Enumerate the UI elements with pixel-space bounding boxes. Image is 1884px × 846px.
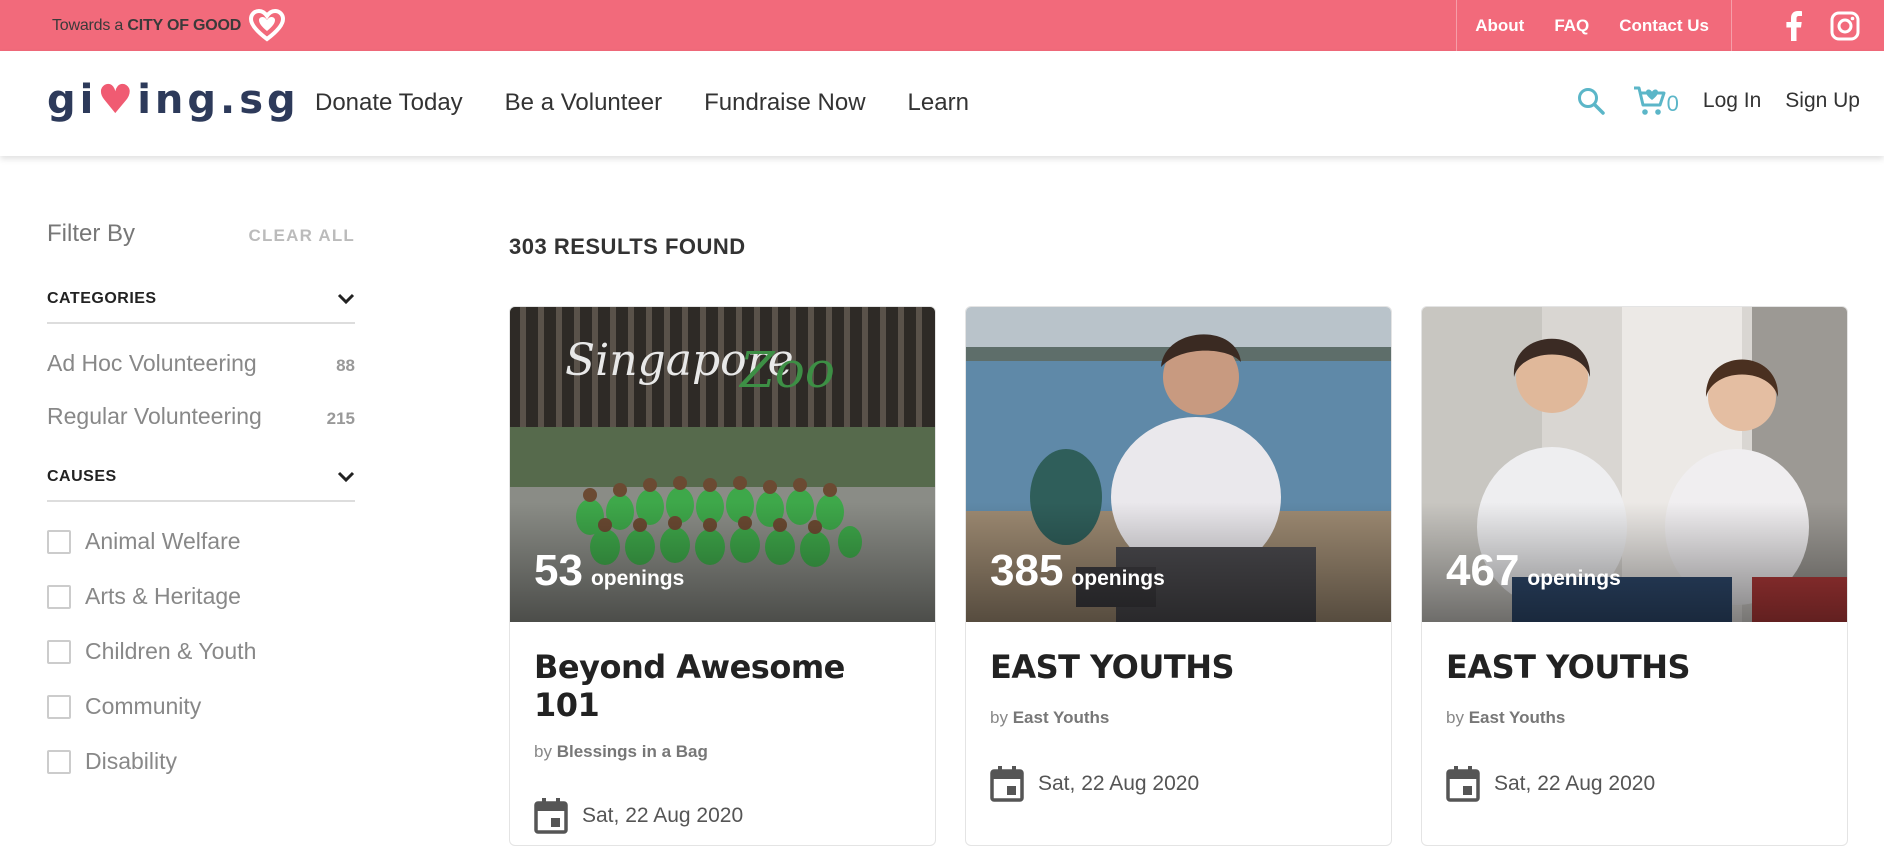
card-organizer: by Blessings in a Bag [534,742,708,761]
categories-title: CATEGORIES [47,290,157,307]
card-title[interactable]: Beyond Awesome 101 [534,648,911,724]
cause-disability[interactable]: Disability [47,748,355,775]
organizer-name[interactable]: East Youths [1469,708,1566,727]
date-text: Sat, 22 Aug 2020 [1038,772,1200,795]
cause-label: Animal Welfare [85,528,241,554]
date-text: Sat, 22 Aug 2020 [1494,772,1656,795]
openings-count: 385 [990,546,1064,595]
nav-fundraise-now[interactable]: Fundraise Now [704,89,865,117]
organizer-name[interactable]: Blessings in a Bag [557,742,708,761]
openings-label: openings [1071,567,1165,590]
causes-header[interactable]: CAUSES [47,468,355,502]
filter-title: Filter By [47,220,136,247]
cause-label: Arts & Heritage [85,583,241,609]
cause-community[interactable]: Community [47,693,355,720]
cause-label: Community [85,693,202,719]
cart-button[interactable]: 0 [1633,85,1679,117]
cause-label: Children & Youth [85,638,257,664]
main-nav: Donate Today Be a Volunteer Fundraise No… [315,89,969,117]
card-organizer: by East Youths [1446,708,1566,727]
svg-text:Zoo: Zoo [738,341,835,399]
nav-be-a-volunteer[interactable]: Be a Volunteer [505,89,662,117]
header-actions: 0 Log In Sign Up [1577,85,1860,117]
checkbox[interactable] [47,749,71,774]
category-count: 215 [326,409,355,428]
city-of-good-logo[interactable]: Towards a CITY OF GOOD [52,9,286,43]
card-image: 467 openings [1422,307,1847,622]
openings-badge: 385 openings [990,546,1165,596]
card-organizer: by East Youths [990,708,1110,727]
causes-list: Animal Welfare Arts & Heritage Children … [47,528,355,775]
nav-donate-today[interactable]: Donate Today [315,89,463,117]
cart-icon [1633,86,1666,115]
opportunity-card[interactable]: Singapore Zoo 53 openings Beyond Awesome… [509,306,936,846]
calendar-icon [990,766,1024,802]
category-count: 88 [336,356,355,375]
checkbox[interactable] [47,694,71,719]
cart-count: 0 [1666,91,1679,116]
categories-list: Ad Hoc Volunteering 88 Regular Volunteer… [47,350,355,430]
card-date: Sat, 22 Aug 2020 [1446,766,1823,802]
nav-learn[interactable]: Learn [908,89,969,117]
top-bar: Towards a CITY OF GOOD About FAQ Contact… [0,0,1884,51]
organizer-name[interactable]: East Youths [1013,708,1110,727]
main-header: gi♥ing.sg Donate Today Be a Volunteer Fu… [0,51,1884,156]
cause-children-youth[interactable]: Children & Youth [47,638,355,665]
checkbox[interactable] [47,529,71,554]
facebook-icon[interactable] [1786,10,1802,41]
card-image: Singapore Zoo 53 openings [510,307,935,622]
chevron-down-icon[interactable] [337,293,355,305]
card-date: Sat, 22 Aug 2020 [534,798,911,834]
categories-header[interactable]: CATEGORIES [47,290,355,324]
category-ad-hoc-volunteering[interactable]: Ad Hoc Volunteering 88 [47,350,355,377]
cause-animal-welfare[interactable]: Animal Welfare [47,528,355,555]
results-count: 303 RESULTS FOUND [509,234,746,259]
card-date: Sat, 22 Aug 2020 [990,766,1367,802]
heart-icon: ♥ [97,77,138,123]
calendar-icon [1446,766,1480,802]
cause-label: Disability [85,748,178,774]
opportunity-card[interactable]: 385 openings EAST YOUTHS by East Youths … [965,306,1392,846]
category-label: Ad Hoc Volunteering [47,350,257,376]
opportunity-card[interactable]: 467 openings EAST YOUTHS by East Youths … [1421,306,1848,846]
city-of-good-tagline: Towards a CITY OF GOOD [52,17,242,34]
card-title[interactable]: EAST YOUTHS [990,648,1367,686]
faq-link[interactable]: FAQ [1554,16,1589,36]
openings-badge: 53 openings [534,546,684,596]
card-title[interactable]: EAST YOUTHS [1446,648,1823,686]
filter-sidebar: Filter By CLEAR ALL CATEGORIES Ad Hoc Vo… [47,220,355,775]
log-in-link[interactable]: Log In [1703,89,1761,113]
causes-title: CAUSES [47,468,117,485]
calendar-icon [534,798,568,834]
contact-us-link[interactable]: Contact Us [1619,16,1709,36]
category-regular-volunteering[interactable]: Regular Volunteering 215 [47,403,355,430]
cause-arts-heritage[interactable]: Arts & Heritage [47,583,355,610]
about-link[interactable]: About [1475,16,1524,36]
openings-label: openings [1527,567,1621,590]
chevron-down-icon[interactable] [337,471,355,483]
date-text: Sat, 22 Aug 2020 [582,804,744,827]
heart-icon [249,9,286,42]
instagram-icon[interactable] [1830,11,1860,41]
clear-all-button[interactable]: CLEAR ALL [249,226,356,246]
checkbox[interactable] [47,584,71,609]
openings-badge: 467 openings [1446,546,1621,596]
openings-count: 53 [534,546,583,595]
sign-up-link[interactable]: Sign Up [1785,89,1860,113]
category-label: Regular Volunteering [47,403,262,429]
openings-count: 467 [1446,546,1520,595]
giving-sg-logo[interactable]: gi♥ing.sg [47,77,300,123]
search-icon[interactable] [1577,87,1605,115]
card-image: 385 openings [966,307,1391,622]
openings-label: openings [590,567,685,590]
top-links: About FAQ Contact Us [1456,0,1884,51]
checkbox[interactable] [47,639,71,664]
